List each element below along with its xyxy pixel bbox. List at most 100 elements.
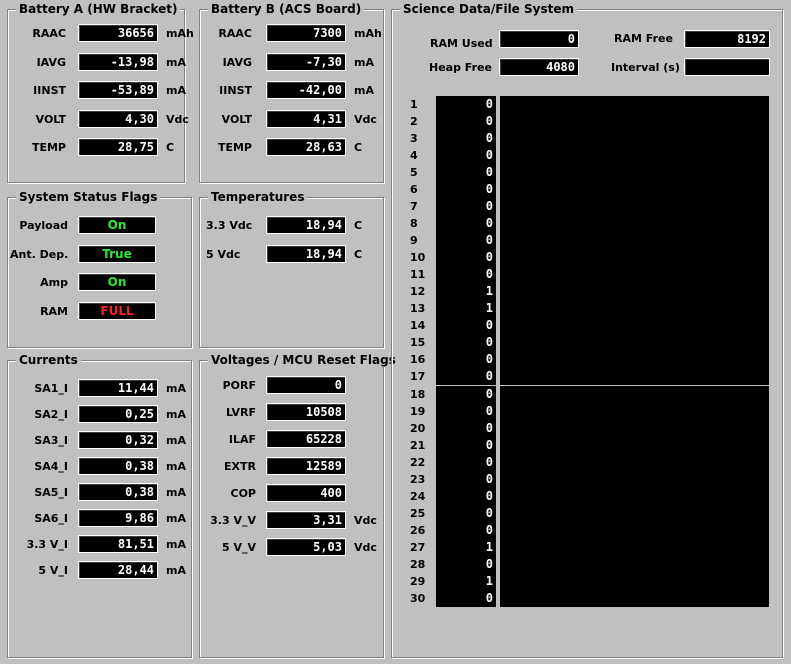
science-entry-value: 1 — [436, 538, 496, 556]
science-entry-row: 23 0 — [392, 470, 772, 488]
science-entry-index: 14 — [410, 319, 426, 333]
science-entry-row: 29 1 — [392, 572, 772, 590]
sa3-i-value: 0,32 — [78, 431, 158, 449]
science-entry-value: 0 — [436, 147, 496, 165]
5-v-i-unit: mA — [166, 564, 186, 577]
battery-b-row-raac: RAAC 7300 mAh — [200, 24, 383, 44]
cop-label: COP — [230, 487, 257, 500]
science-entry-row: 14 0 — [392, 317, 772, 335]
science-entry-bar — [500, 487, 769, 505]
payload-value: On — [78, 216, 156, 234]
science-entry-row: 11 0 — [392, 266, 772, 284]
ram-used-label: RAM Used — [430, 37, 493, 50]
voltages-row-lvrf: LVRF 10508 — [200, 403, 383, 423]
battery-a-row-temp: TEMP 28,75 C — [8, 138, 184, 158]
iavg-label: IAVG — [36, 55, 66, 69]
voltages-row-3-3-v-v: 3.3 V_V 3,31 Vdc — [200, 511, 383, 531]
voltages-row-ilaf: ILAF 65228 — [200, 430, 383, 450]
science-entry-value: 0 — [436, 113, 496, 131]
science-entry-value: 0 — [436, 215, 496, 233]
sa5-i-unit: mA — [166, 486, 186, 499]
science-entry-bar — [500, 589, 769, 607]
5-v-v-unit: Vdc — [354, 541, 377, 554]
science-entry-value: 0 — [436, 487, 496, 505]
science-entry-row: 15 0 — [392, 334, 772, 352]
science-entry-value: 0 — [436, 385, 496, 403]
science-entry-bar — [500, 300, 769, 318]
sa3-i-label: SA3_I — [34, 434, 68, 447]
science-group: Science Data/File System RAM Used 0 RAM … — [391, 2, 783, 658]
science-entry-bar — [500, 470, 769, 488]
science-entry-row: 12 1 — [392, 283, 772, 301]
5-vdc-unit: C — [354, 247, 363, 261]
currents-row-sa1-i: SA1_I 11,44 mA — [8, 379, 191, 399]
science-entry-value: 0 — [436, 164, 496, 182]
currents-row-sa4-i: SA4_I 0,38 mA — [8, 457, 191, 477]
battery-a-row-raac: RAAC 36656 mAh — [8, 24, 194, 44]
raac-unit: mAh — [354, 27, 382, 40]
raac-unit: mAh — [166, 27, 194, 40]
3-3-vdc-label: 3.3 Vdc — [206, 219, 253, 232]
science-entry-row: 20 — [392, 113, 772, 131]
amp-label: Amp — [40, 276, 68, 289]
5-v-i-value: 28,44 — [78, 561, 158, 579]
heap-free-field: 4080 — [499, 58, 579, 76]
3-3-vdc-unit: C — [354, 219, 363, 232]
ram-value: FULL — [78, 301, 156, 320]
science-entry-bar — [500, 249, 769, 267]
science-entry-bar — [500, 181, 769, 199]
science-entry-value: 0 — [436, 470, 496, 488]
battery-b-row-iinst: IINST -42,00 mA — [200, 81, 383, 101]
sa6-i-unit: mA — [166, 512, 186, 525]
status-flags-row-payload: Payload On — [8, 216, 191, 236]
science-entry-bar — [500, 385, 769, 403]
science-entry-value: 0 — [436, 555, 496, 573]
science-entry-bar — [500, 453, 769, 471]
3-3-vdc-value: 18,94 — [266, 216, 346, 234]
science-entry-index: 26 — [410, 523, 426, 537]
science-entry-row: 10 — [392, 96, 772, 113]
3-3-v-v-label: 3.3 V_V — [210, 514, 256, 527]
science-entry-value: 0 — [436, 504, 496, 522]
science-entry-row: 50 — [392, 164, 772, 182]
3-3-v-v-unit: Vdc — [354, 514, 377, 527]
science-entry-row: 13 1 — [392, 300, 772, 318]
volt-value: 4,31 — [266, 109, 346, 128]
voltages-row-5-v-v: 5 V_V 5,03 Vdc — [200, 538, 383, 558]
science-entry-row: 17 0 — [392, 368, 772, 386]
science-entry-row: 10 0 — [392, 249, 772, 267]
science-entry-bar — [500, 96, 769, 113]
temperatures-row-5-vdc: 5 Vdc 18,94 C — [200, 244, 383, 265]
3-3-v-i-unit: mA — [166, 538, 186, 551]
science-entry-bar — [500, 232, 769, 250]
volt-unit: Vdc — [354, 112, 377, 126]
science-entry-value: 0 — [436, 351, 496, 369]
status-flags-group: System Status Flags Payload On Ant. Dep. Tr… — [7, 190, 192, 348]
iavg-value: -7,30 — [266, 52, 346, 71]
iinst-unit: mA — [354, 84, 374, 97]
5-v-i-label: 5 V_I — [38, 564, 68, 577]
science-entry-bar — [500, 198, 769, 216]
porf-value: 0 — [266, 376, 346, 394]
science-entry-value: 0 — [436, 249, 496, 267]
sa1-i-unit: mA — [166, 382, 186, 395]
science-entry-index: 7 — [410, 200, 418, 214]
volt-label: VOLT — [35, 112, 66, 126]
iinst-label: IINST — [33, 84, 66, 97]
science-entry-bar — [500, 164, 769, 182]
science-entry-bar — [500, 113, 769, 131]
science-entry-bar — [500, 283, 769, 301]
science-entry-bar — [500, 317, 769, 335]
science-entry-row: 90 — [392, 232, 772, 250]
science-entry-row: 70 — [392, 198, 772, 216]
currents-row-5-v-i: 5 V_I 28,44 mA — [8, 561, 191, 581]
currents-title: Currents — [16, 353, 81, 367]
temp-value: 28,75 — [78, 138, 158, 156]
science-entry-index: 6 — [410, 183, 418, 197]
interval-field[interactable] — [684, 58, 770, 76]
science-entry-bar — [500, 419, 769, 437]
temp-value: 28,63 — [266, 138, 346, 156]
science-entry-bar — [500, 504, 769, 522]
battery-b-row-volt: VOLT 4,31 Vdc — [200, 109, 383, 130]
ant-dep-value: True — [78, 244, 156, 263]
